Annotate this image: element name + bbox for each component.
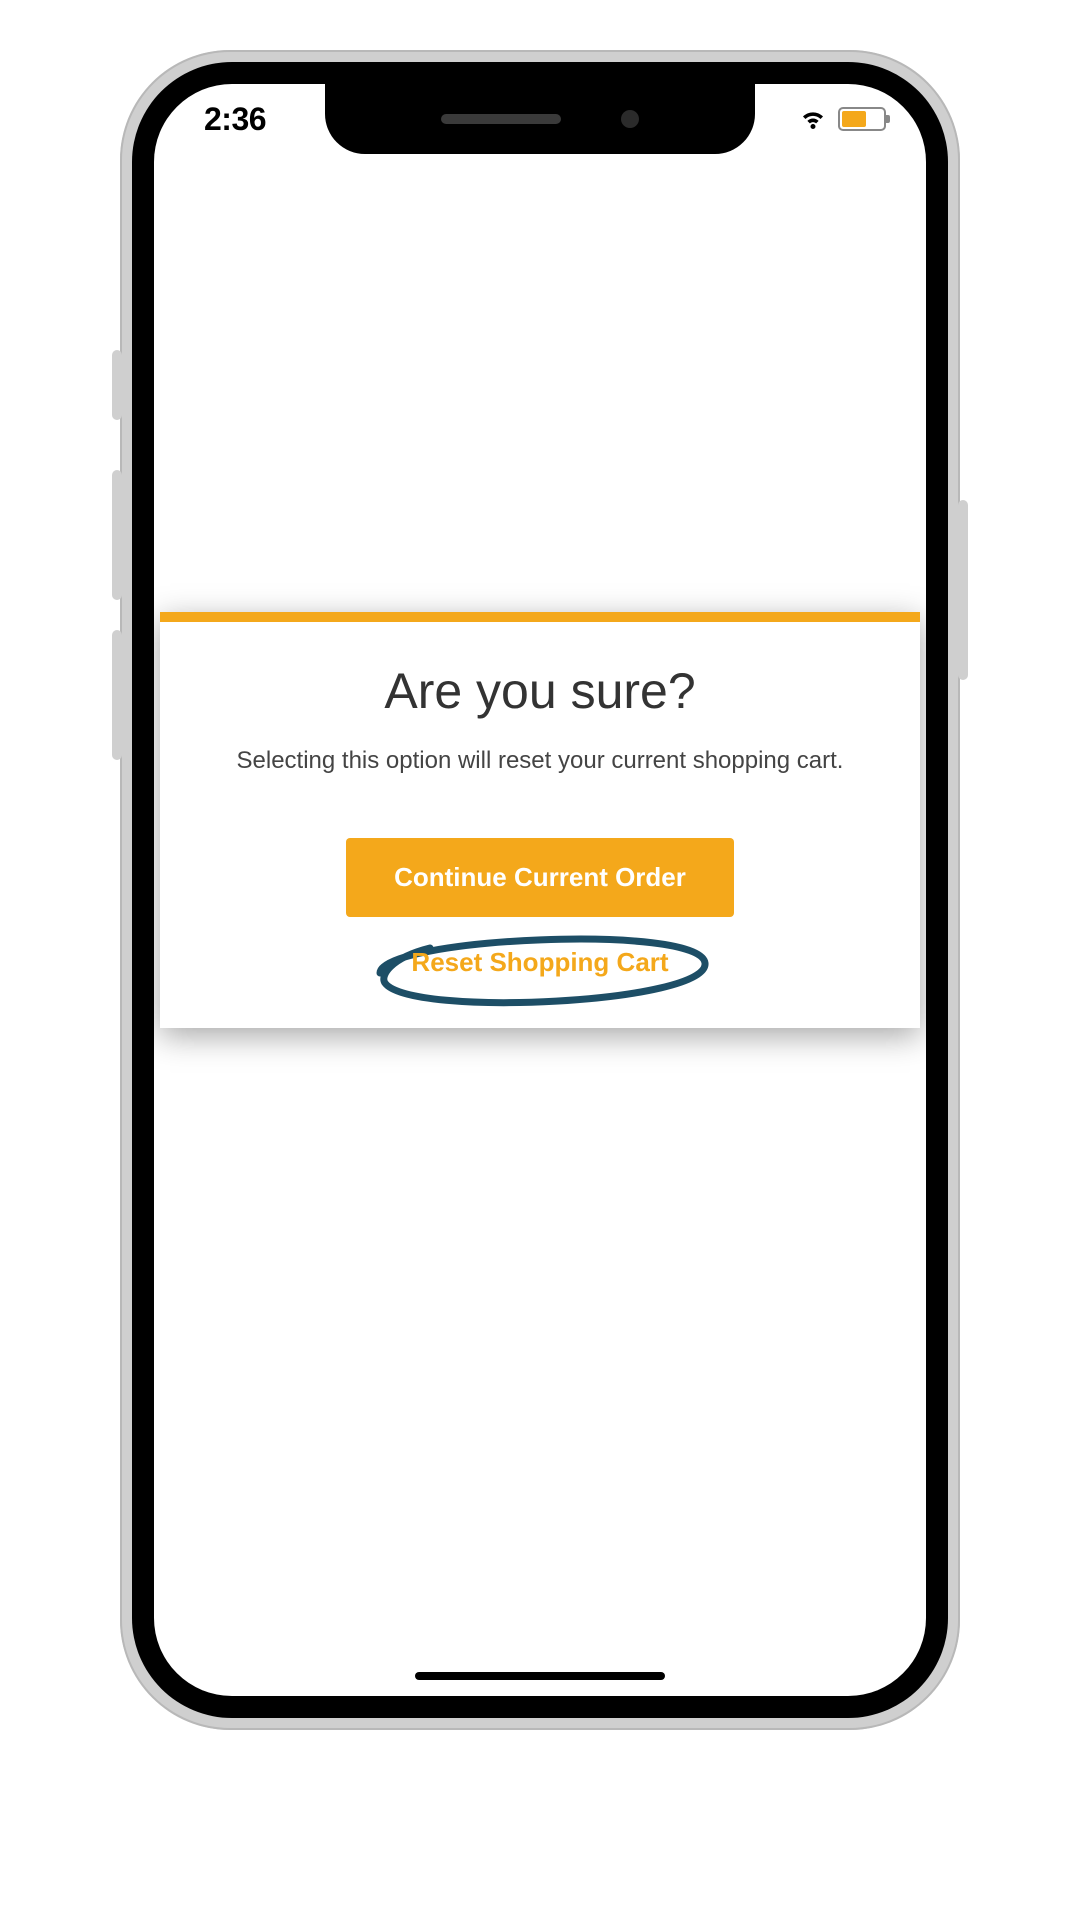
front-camera-icon [621, 110, 639, 128]
wifi-icon [798, 104, 828, 134]
phone-bezel: 2:36 Are you sure? Selecting this option… [132, 62, 948, 1718]
continue-order-button[interactable]: Continue Current Order [346, 838, 734, 917]
side-button-volume-up [112, 470, 122, 600]
home-indicator-icon [415, 1672, 665, 1680]
notch [325, 84, 755, 154]
speaker-icon [441, 114, 561, 124]
confirm-reset-modal: Are you sure? Selecting this option will… [160, 612, 920, 1028]
battery-icon [838, 107, 886, 131]
phone-screen: 2:36 Are you sure? Selecting this option… [154, 84, 926, 1696]
canvas: 2:36 Are you sure? Selecting this option… [0, 0, 1080, 1920]
battery-level-icon [842, 111, 866, 127]
side-button-power [958, 500, 968, 680]
modal-title: Are you sure? [190, 662, 890, 720]
side-button-silent [112, 350, 122, 420]
modal-message: Selecting this option will reset your cu… [200, 744, 880, 778]
phone-device-frame: 2:36 Are you sure? Selecting this option… [120, 50, 960, 1730]
status-time: 2:36 [204, 101, 266, 138]
side-button-volume-down [112, 630, 122, 760]
status-right [798, 104, 886, 134]
screen-content: Are you sure? Selecting this option will… [154, 84, 926, 1696]
reset-cart-button[interactable]: Reset Shopping Cart [411, 947, 668, 978]
